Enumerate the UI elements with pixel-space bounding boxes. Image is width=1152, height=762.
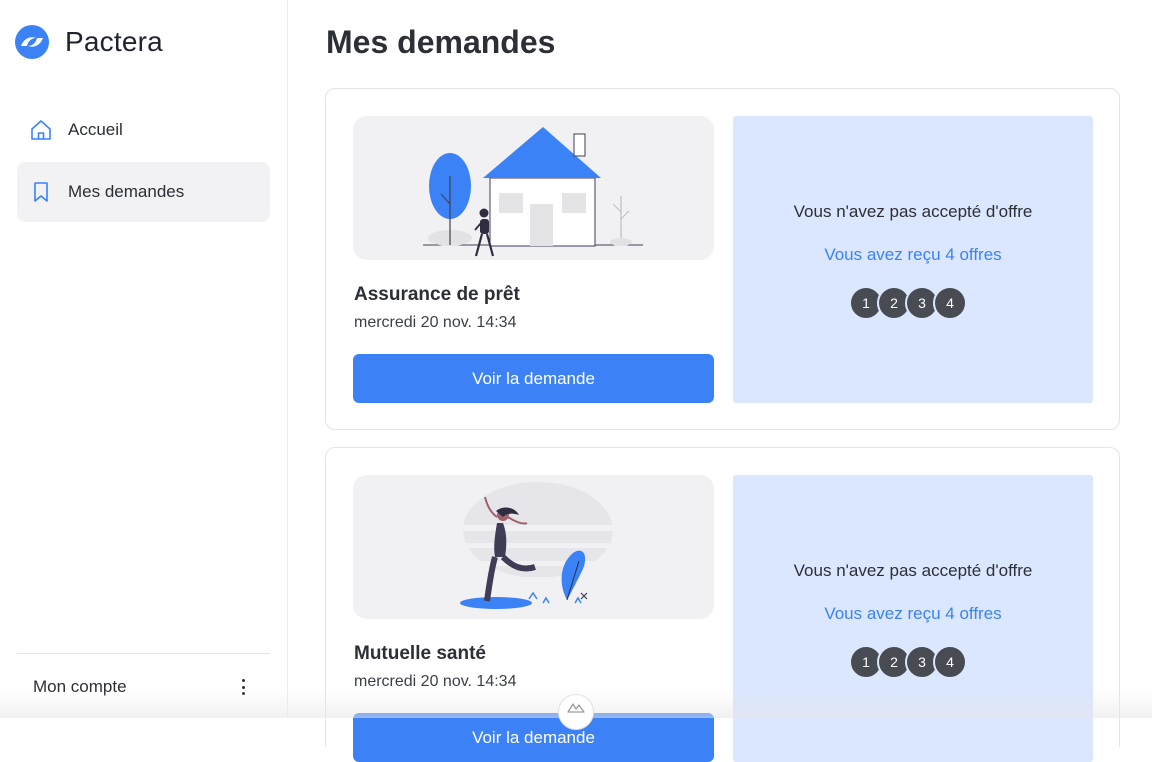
request-title: Assurance de prêt [354,284,520,305]
offer-panel: Vous n'avez pas accepté d'offre Vous ave… [733,475,1093,762]
view-request-button[interactable]: Voir la demande [353,354,714,403]
house-illustration [353,116,714,260]
request-title: Mutuelle santé [354,643,486,664]
request-card: Assurance de prêt mercredi 20 nov. 14:34… [325,88,1120,430]
offer-badge[interactable]: 4 [933,645,967,679]
offer-list: 1 2 3 4 [849,645,967,679]
sidebar-item-label: Mes demandes [68,182,185,201]
sidebar: Pactera Accueil Mes demandes Mon compte [0,0,288,718]
offer-count-link[interactable]: Vous avez reçu 4 offres [733,245,1093,265]
pactera-logo-icon [15,25,49,59]
sidebar-item-label: Accueil [68,120,123,139]
request-date: mercredi 20 nov. 14:34 [354,314,517,331]
sidebar-item-accueil[interactable]: Accueil [17,100,270,160]
devtools-toggle-icon[interactable] [558,694,594,730]
request-date: mercredi 20 nov. 14:34 [354,673,517,690]
sidebar-item-mes-demandes[interactable]: Mes demandes [17,162,270,222]
dancer-illustration [353,475,714,619]
offer-status: Vous n'avez pas accepté d'offre [793,202,1033,221]
more-options-icon[interactable] [236,676,250,698]
offer-count-link[interactable]: Vous avez reçu 4 offres [733,604,1093,624]
view-request-button[interactable]: Voir la demande [353,713,714,762]
offer-panel: Vous n'avez pas accepté d'offre Vous ave… [733,116,1093,403]
offer-list: 1 2 3 4 [849,286,967,320]
brand[interactable]: Pactera [14,24,163,60]
bookmark-icon [29,180,53,204]
account-label[interactable]: Mon compte [33,677,127,697]
offer-badge[interactable]: 4 [933,286,967,320]
offer-status: Vous n'avez pas accepté d'offre [793,561,1033,580]
request-card: Mutuelle santé mercredi 20 nov. 14:34 Vo… [325,447,1120,762]
page-title: Mes demandes [326,24,556,60]
sidebar-divider [17,653,270,654]
home-icon [29,118,53,142]
brand-name: Pactera [65,26,163,57]
